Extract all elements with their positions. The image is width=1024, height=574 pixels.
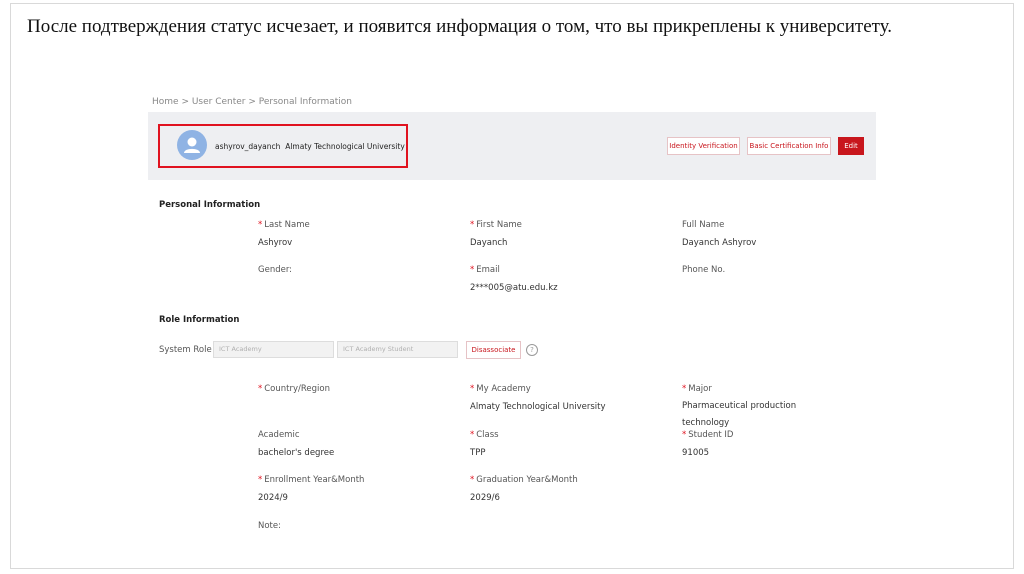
- first-name-label: * First Name: [470, 220, 522, 230]
- username: ashyrov_dayanch: [215, 142, 281, 151]
- major-value: Pharmaceutical production technology: [682, 401, 797, 428]
- role-info-heading: Role Information: [159, 315, 240, 325]
- email-label: * Email: [470, 265, 500, 275]
- major-label: * Major: [682, 384, 712, 394]
- profile-banner: ashyrov_dayanch Almaty Technological Uni…: [148, 112, 876, 180]
- profile-name: ashyrov_dayanch Almaty Technological Uni…: [215, 142, 405, 151]
- system-role-input[interactable]: ICT Academy: [213, 341, 334, 358]
- slide-caption: После подтверждения статус исчезает, и п…: [27, 16, 893, 37]
- graduation-value: 2029/6: [470, 493, 500, 503]
- system-role-label: System Role: [159, 345, 212, 355]
- gender-label: Gender:: [258, 265, 293, 275]
- university-name: Almaty Technological University: [285, 142, 405, 151]
- my-academy-value: Almaty Technological University: [470, 402, 606, 412]
- personal-info-heading: Personal Information: [159, 200, 261, 210]
- basic-certification-info-button[interactable]: Basic Certification Info: [747, 137, 831, 155]
- last-name-value: Ashyrov: [258, 238, 293, 248]
- last-name-label: * Last Name: [258, 220, 310, 230]
- graduation-label: * Graduation Year&Month: [470, 475, 578, 485]
- class-value: TPP: [470, 448, 486, 458]
- class-label: * Class: [470, 430, 499, 440]
- user-icon: [184, 137, 200, 153]
- edit-button[interactable]: Edit: [838, 137, 864, 155]
- academic-label: Academic: [258, 430, 300, 440]
- enrollment-value: 2024/9: [258, 493, 288, 503]
- academic-value: bachelor's degree: [258, 448, 335, 458]
- student-id-value: 91005: [682, 448, 710, 458]
- country-label: * Country/Region: [258, 384, 330, 394]
- enrollment-label: * Enrollment Year&Month: [258, 475, 365, 485]
- note-label: Note:: [258, 521, 281, 531]
- identity-verification-button[interactable]: Identity Verification: [667, 137, 740, 155]
- avatar[interactable]: [177, 130, 207, 160]
- phone-label: Phone No.: [682, 265, 726, 275]
- email-value: 2***005@atu.edu.kz: [470, 283, 558, 293]
- first-name-value: Dayanch: [470, 238, 508, 248]
- personal-info-screenshot: Home > User Center > Personal Informatio…: [148, 90, 876, 538]
- my-academy-label: * My Academy: [470, 384, 531, 394]
- full-name-value: Dayanch Ashyrov: [682, 238, 757, 248]
- student-id-label: * Student ID: [682, 430, 734, 440]
- full-name-label: Full Name: [682, 220, 725, 230]
- role-type-input[interactable]: ICT Academy Student: [337, 341, 458, 358]
- disassociate-button[interactable]: Disassociate: [466, 341, 521, 359]
- help-icon[interactable]: ?: [526, 344, 538, 356]
- breadcrumb: Home > User Center > Personal Informatio…: [152, 97, 352, 107]
